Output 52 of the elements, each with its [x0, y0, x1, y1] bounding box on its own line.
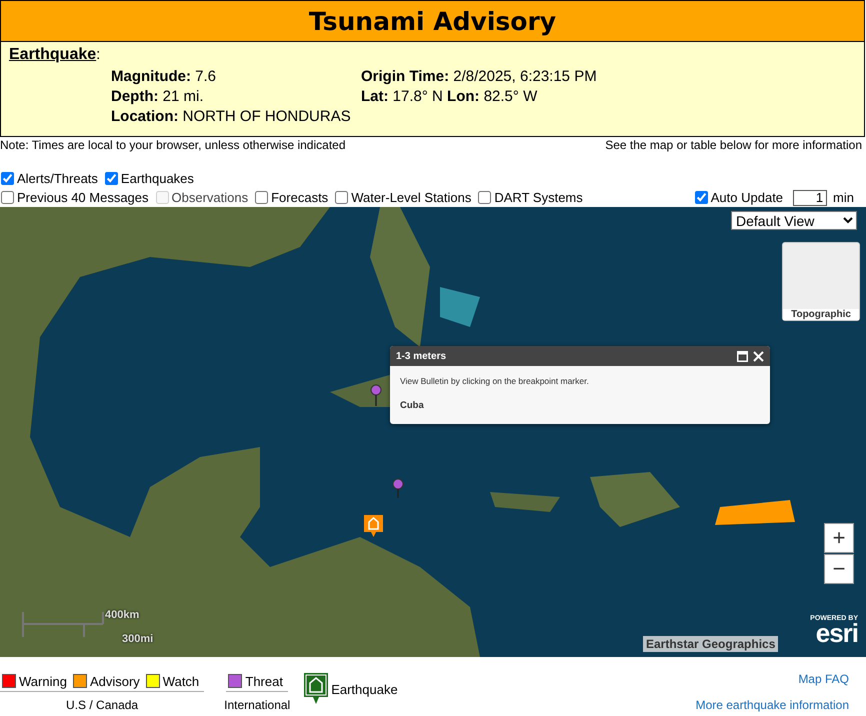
checkbox-label: Previous 40 Messages	[17, 190, 149, 205]
breakpoint-marker-icon[interactable]	[370, 384, 382, 406]
zoom-out-button[interactable]: −	[824, 554, 854, 584]
checkbox-label: Water-Level Stations	[351, 190, 472, 205]
legend-caption: U.S / Canada	[66, 698, 138, 712]
page-title: Tsunami Advisory	[0, 0, 865, 42]
info-link[interactable]: Map FAQ	[798, 672, 849, 686]
layer-checkbox[interactable]	[335, 191, 348, 204]
maximize-icon[interactable]	[737, 350, 748, 362]
layer-checkbox[interactable]	[694, 191, 708, 204]
layer-checkbox[interactable]	[478, 191, 492, 204]
esri-logo: esri	[816, 622, 858, 644]
popup-place: Cuba	[400, 400, 425, 411]
view-select[interactable]: Default View	[731, 211, 857, 230]
info-field: Lat: 17.8° N Lon: 82.5° W	[361, 88, 661, 105]
info-link[interactable]: More earthquake information	[696, 698, 849, 712]
map-attribution: Earthstar Geographics	[643, 636, 778, 652]
legend-label: Earthquake	[331, 682, 398, 696]
earthquake-heading: Earthquake:	[9, 46, 102, 64]
checkbox-label: Observations	[172, 190, 248, 205]
legend-label: Advisory	[90, 674, 140, 688]
earthquake-marker-icon[interactable]	[364, 515, 383, 537]
breakpoint-marker-icon[interactable]	[392, 478, 404, 498]
popup-title: 1-3 meters	[396, 350, 448, 362]
basemap-toggle[interactable]: Topographic	[782, 242, 860, 321]
checkbox-label: Auto Update	[710, 190, 784, 205]
layer-checkbox[interactable]	[1, 191, 14, 204]
checkbox-label: Alerts/Threats	[17, 171, 98, 186]
info-field: Depth: 21 mi.	[111, 88, 361, 105]
note-text: Note: Times are local to your browser, unless otherwise indicated	[0, 138, 346, 152]
update-interval-field[interactable]: 1	[793, 190, 828, 206]
layer-checkbox[interactable]	[104, 172, 118, 185]
info-field: Location: NORTH OF HONDURAS	[111, 108, 361, 125]
checkbox-label: Earthquakes	[120, 171, 194, 186]
checkbox-label: Forecasts	[271, 190, 328, 205]
info-field: Magnitude: 7.6	[111, 68, 361, 85]
scale-mi-label: 300mi	[122, 633, 154, 645]
info-field: Origin Time: 2/8/2025, 6:23:15 PM	[361, 68, 661, 85]
zoom-in-button[interactable]: +	[824, 523, 854, 553]
unit-label: min	[833, 190, 854, 205]
legend-caption: International	[224, 698, 290, 712]
layer-checkbox[interactable]	[255, 191, 268, 204]
scale-km-label: 400km	[105, 609, 140, 621]
popup-text: View Bulletin by clicking on the breakpoint marker.	[400, 376, 590, 386]
legend-label: Watch	[162, 674, 200, 688]
legend-label: Threat	[245, 674, 283, 688]
legend-label: Warning	[19, 674, 67, 688]
earthquake-legend-icon	[304, 673, 328, 705]
checkbox-label: DART Systems	[494, 190, 583, 205]
close-icon[interactable]	[753, 350, 764, 362]
info-hint: See the map or table below for more information	[605, 138, 862, 152]
layer-checkbox[interactable]	[1, 172, 14, 185]
